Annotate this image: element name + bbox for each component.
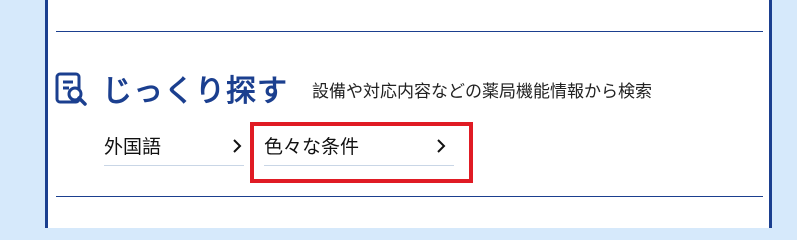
content-panel xyxy=(45,0,772,228)
link-label: 外国語 xyxy=(104,136,162,158)
search-document-icon xyxy=(55,72,87,106)
top-divider xyxy=(56,31,763,32)
chevron-right-icon xyxy=(233,139,242,153)
highlight-box xyxy=(250,122,473,183)
section-title: じっくり探す xyxy=(102,74,288,109)
bottom-divider xyxy=(56,196,763,197)
section-subtitle: 設備や対応内容などの薬局機能情報から検索 xyxy=(312,82,652,102)
link-foreign-language[interactable]: 外国語 xyxy=(104,128,244,166)
